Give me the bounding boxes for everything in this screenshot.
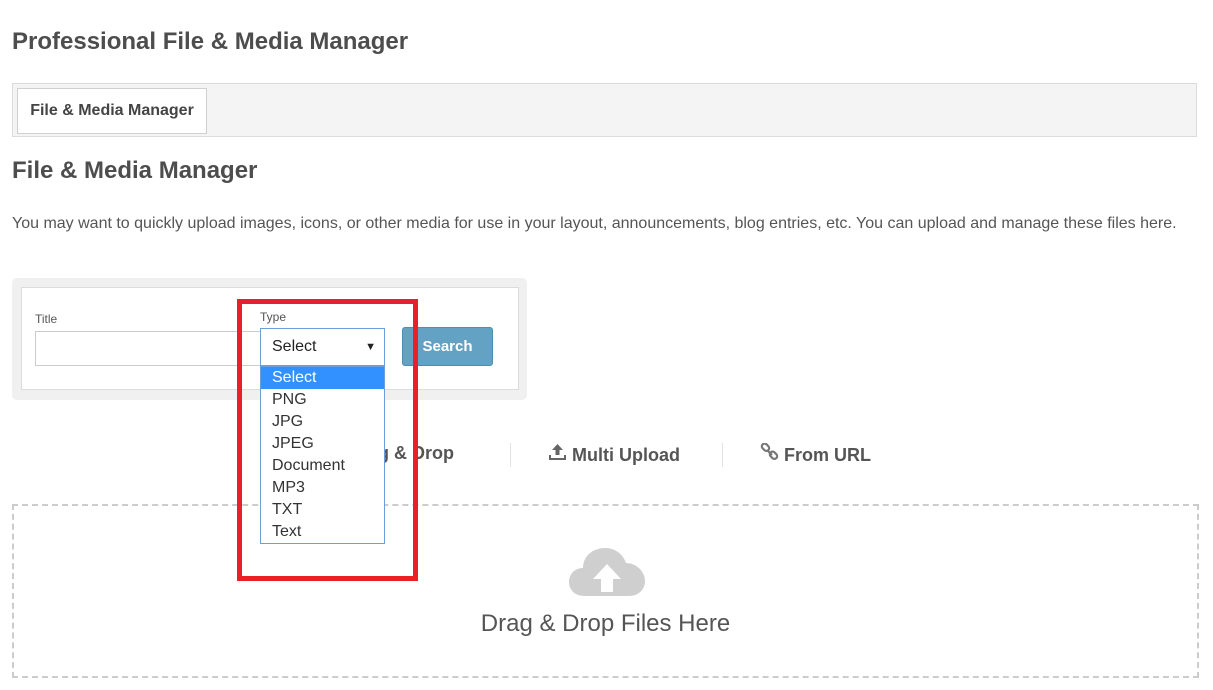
title-input[interactable] bbox=[35, 331, 265, 366]
upload-icon bbox=[548, 443, 567, 467]
upload-tab-from-url-label: From URL bbox=[784, 444, 871, 465]
triangle-down-icon: ▼ bbox=[365, 341, 376, 353]
upload-tab-separator bbox=[722, 443, 723, 467]
page-title: Professional File & Media Manager bbox=[12, 28, 409, 55]
cloud-upload-icon bbox=[569, 546, 645, 603]
search-button[interactable]: Search bbox=[402, 327, 493, 366]
section-description: You may want to quickly upload images, i… bbox=[12, 215, 1177, 232]
type-label: Type bbox=[260, 310, 287, 324]
type-dropdown-list: Select PNG JPG JPEG Document MP3 TXT Tex… bbox=[260, 366, 385, 544]
tab-file-media-manager[interactable]: File & Media Manager bbox=[17, 88, 207, 134]
type-option-select[interactable]: Select bbox=[261, 367, 384, 389]
tab-bar: File & Media Manager bbox=[12, 83, 1197, 137]
drop-zone-text: Drag & Drop Files Here bbox=[480, 610, 731, 637]
drop-zone[interactable]: Drag & Drop Files Here bbox=[12, 504, 1199, 678]
type-option-txt[interactable]: TXT bbox=[261, 499, 384, 521]
upload-tab-multi-upload-label: Multi Upload bbox=[572, 444, 680, 465]
type-option-text[interactable]: Text bbox=[261, 521, 384, 543]
title-label: Title bbox=[35, 312, 58, 326]
type-select[interactable]: Select ▼ bbox=[260, 328, 385, 366]
upload-tab-from-url[interactable]: From URL bbox=[760, 442, 871, 467]
upload-tab-separator bbox=[510, 443, 511, 467]
type-option-jpg[interactable]: JPG bbox=[261, 411, 384, 433]
type-option-png[interactable]: PNG bbox=[261, 389, 384, 411]
upload-tab-multi-upload[interactable]: Multi Upload bbox=[548, 443, 680, 467]
link-icon bbox=[760, 442, 779, 467]
type-option-document[interactable]: Document bbox=[261, 455, 384, 477]
type-select-value: Select bbox=[272, 338, 317, 355]
section-title: File & Media Manager bbox=[12, 157, 258, 184]
type-option-jpeg[interactable]: JPEG bbox=[261, 433, 384, 455]
type-option-mp3[interactable]: MP3 bbox=[261, 477, 384, 499]
